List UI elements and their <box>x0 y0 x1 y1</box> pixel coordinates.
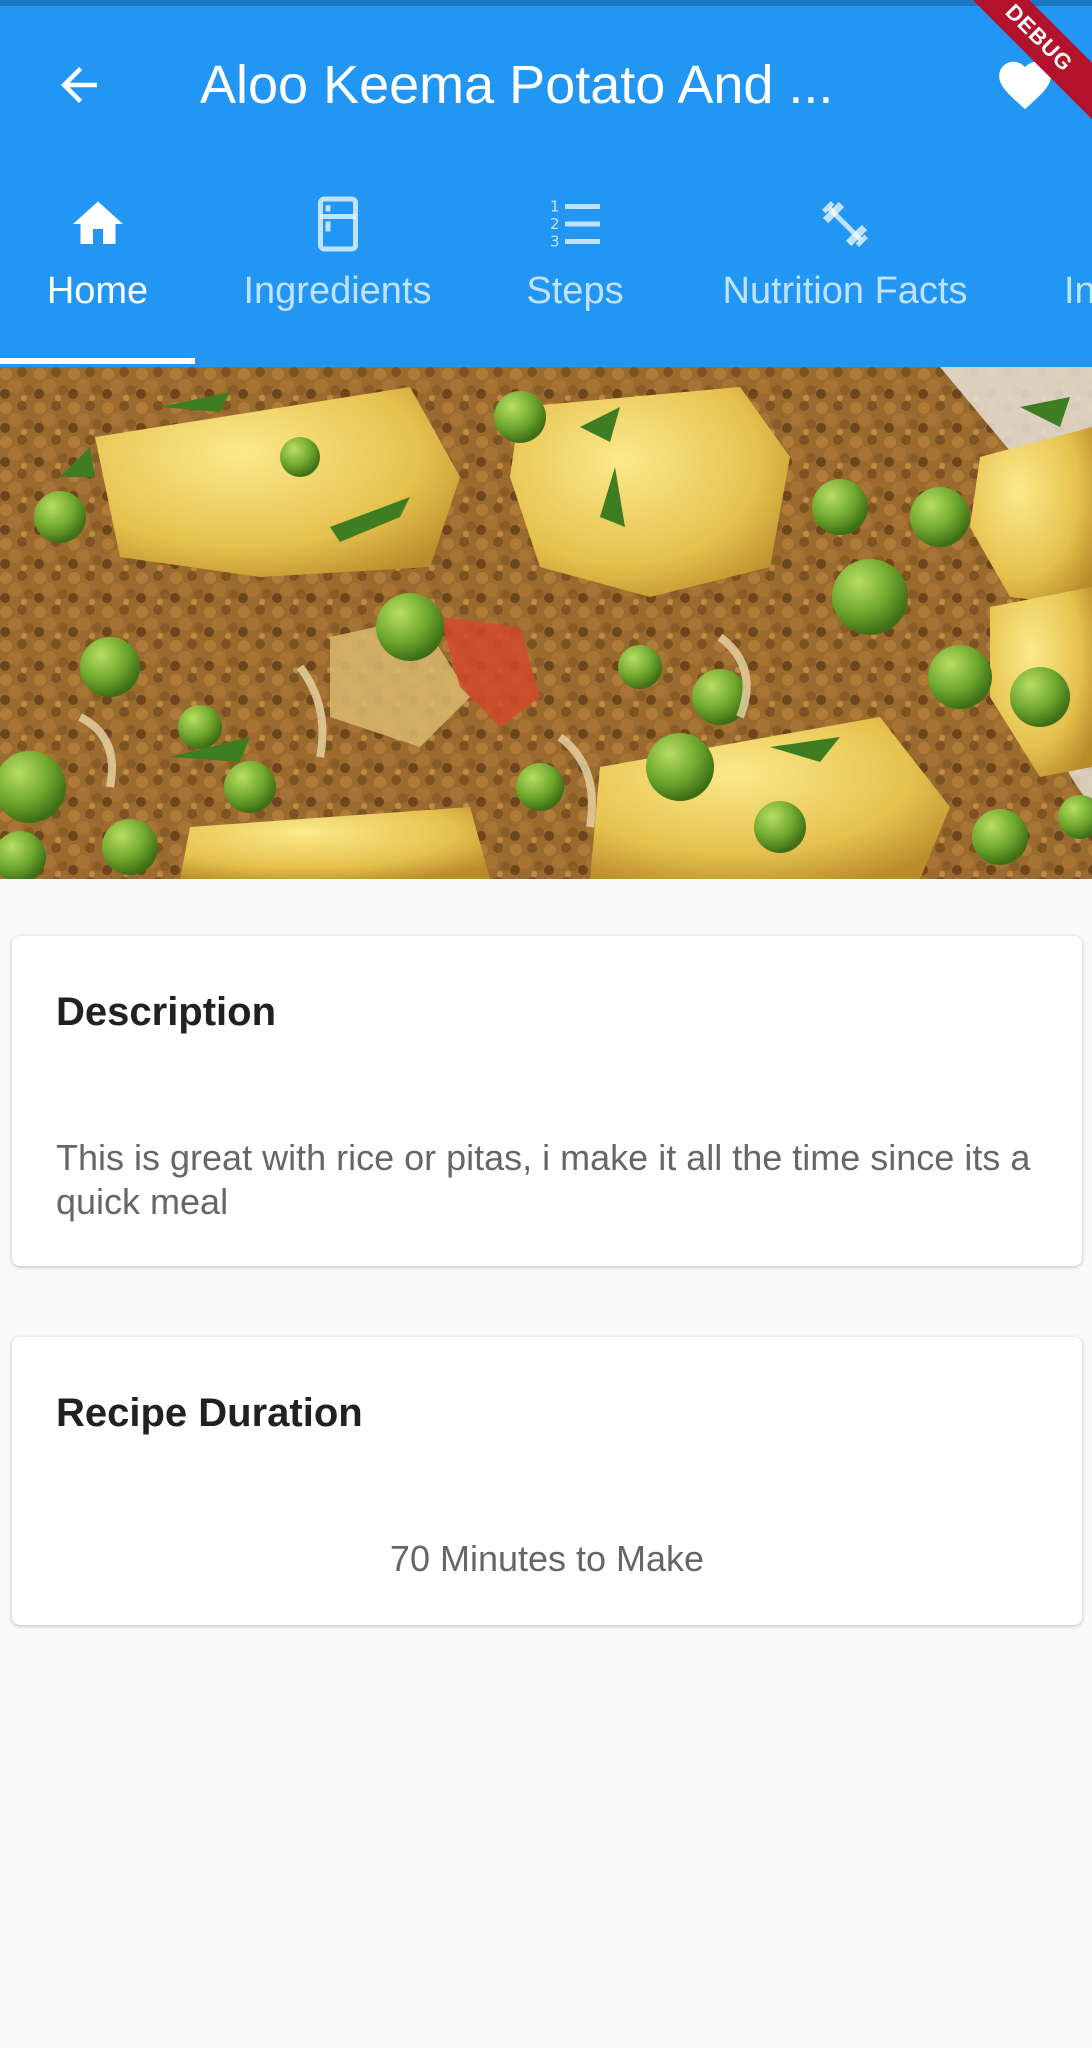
tab-ingredients[interactable]: Ingredients <box>195 170 480 367</box>
home-icon <box>72 201 123 244</box>
tab-home-label: Home <box>46 270 149 312</box>
status-bar <box>0 0 1092 6</box>
tab-nutrition-facts[interactable]: Nutrition Facts <box>670 170 1020 367</box>
description-text: This is great with rice or pitas, i make… <box>56 1137 1031 1222</box>
tab-indicator <box>0 358 195 364</box>
recipe-image <box>0 367 1092 879</box>
duration-text: 70 Minutes to Make <box>389 1538 705 1579</box>
svg-text:2: 2 <box>550 215 560 233</box>
tab-info[interactable]: In <box>1030 170 1092 367</box>
tab-info-label: In <box>1064 270 1092 312</box>
back-button[interactable] <box>44 50 114 120</box>
app-bar: Aloo Keema Potato And ... DEBUG Home Ing… <box>0 0 1092 367</box>
description-title: Description <box>56 990 277 1034</box>
duration-card: Recipe Duration 70 Minutes to Make <box>12 1337 1082 1625</box>
numbered-list-icon: 1 2 3 <box>550 198 600 251</box>
tab-bar: Home Ingredients 1 2 3 Steps Nutrition F… <box>0 170 1092 367</box>
tab-steps[interactable]: 1 2 3 Steps <box>480 170 670 367</box>
arrow-back-icon <box>61 67 97 103</box>
page-title: Aloo Keema Potato And ... <box>200 55 834 115</box>
svg-text:3: 3 <box>550 233 560 251</box>
recipe-photo <box>0 367 1092 879</box>
duration-title: Recipe Duration <box>56 1391 363 1435</box>
tab-nutrition-facts-label: Nutrition Facts <box>722 270 968 312</box>
tab-home[interactable]: Home <box>0 170 195 367</box>
fridge-icon <box>317 196 358 252</box>
description-card: Description This is great with rice or p… <box>12 936 1082 1266</box>
fitness-icon <box>822 201 868 247</box>
tab-steps-label: Steps <box>526 270 624 312</box>
tab-ingredients-label: Ingredients <box>243 270 432 312</box>
svg-text:1: 1 <box>550 198 560 216</box>
